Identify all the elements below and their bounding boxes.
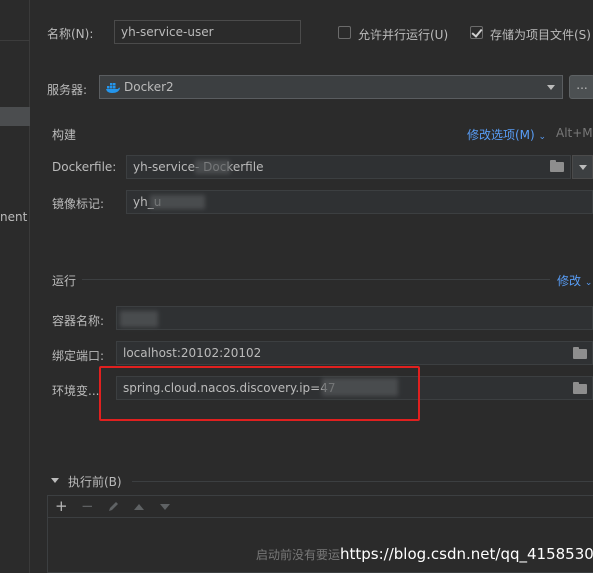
modify-options-shortcut: Alt+M [556,126,593,140]
bind-ports-label: 绑定端口: [52,349,105,363]
redaction-blur [120,311,158,327]
add-icon[interactable]: + [55,498,68,514]
name-label: 名称(N): [47,27,94,41]
container-name-input[interactable] [116,306,593,330]
highlight-annotation-box [99,366,420,421]
parallel-run-checkbox[interactable] [338,26,351,39]
image-tag-label: 镜像标记: [52,197,105,211]
container-name-label: 容器名称: [52,314,105,328]
dockerfile-label: Dockerfile: [52,160,117,174]
edit-pencil-icon[interactable] [107,500,120,513]
docker-icon [106,83,120,93]
remove-icon[interactable]: − [81,498,94,514]
chevron-down-icon: ⌄ [584,278,593,288]
left-panel: nent [0,0,30,573]
server-more-button[interactable]: ... [569,75,593,99]
name-input[interactable]: yh-service-user [114,20,301,44]
server-value: Docker2 [124,80,174,94]
folder-icon[interactable] [550,160,564,172]
watermark-text: https://blog.csdn.net/qq_41585308 [340,545,593,563]
folder-icon[interactable] [573,347,587,359]
chevron-down-icon: ⌄ [538,132,547,142]
run-section-divider [82,279,550,280]
before-launch-title: 执行前(B) [68,475,122,489]
before-launch-divider [132,481,593,482]
chevron-down-icon [547,85,555,90]
server-label: 服务器: [47,83,88,97]
folder-icon[interactable] [573,382,587,394]
bind-ports-input[interactable]: localhost:20102:20102 [116,341,593,365]
left-divider [0,40,30,41]
redaction-blur [195,160,230,174]
redaction-blur [150,195,205,209]
chevron-down-icon [579,165,587,170]
server-select[interactable]: Docker2 [99,75,563,99]
modify-link[interactable]: 修改 ⌄ [557,272,592,289]
collapse-chevron-icon[interactable] [51,478,59,483]
parallel-run-label: 允许并行运行(U) [358,28,449,42]
run-section-title: 运行 [52,274,77,288]
move-down-icon[interactable] [160,504,170,510]
dockerfile-dropdown-button[interactable] [572,155,593,179]
dockerfile-input[interactable]: yh-service- Dockerfile [126,155,571,179]
before-launch-empty-hint: 启动前没有要运 [256,548,341,562]
env-vars-label: 环境变... [52,384,100,398]
modify-label: 修改 [557,274,582,288]
modify-options-link[interactable]: 修改选项(M) ⌄ [467,126,546,143]
before-launch-toolbar: + − [48,496,593,518]
left-panel-partial-text: nent [0,210,28,224]
selected-config-row[interactable] [0,107,30,126]
store-as-project-file-label: 存储为项目文件(S) [490,28,591,42]
build-section-title: 构建 [52,128,77,142]
move-up-icon[interactable] [134,504,144,510]
store-as-project-file-checkbox[interactable] [470,26,483,39]
modify-options-label: 修改选项(M) [467,128,535,142]
